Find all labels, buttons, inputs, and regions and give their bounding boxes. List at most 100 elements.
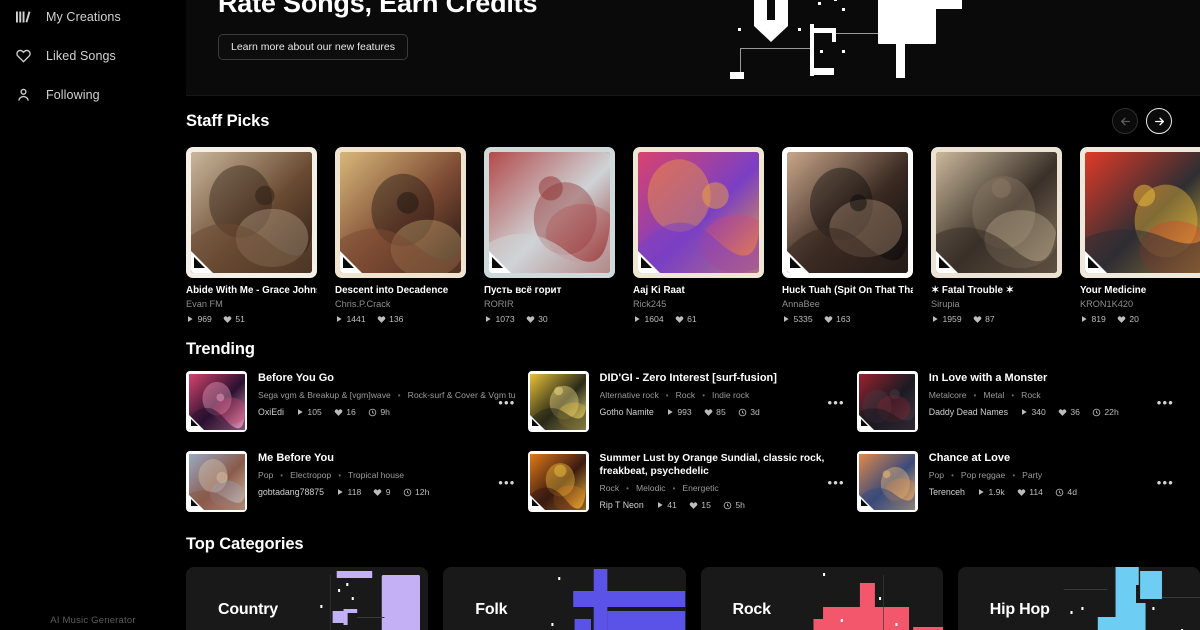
genre-tag[interactable]: Rock: [600, 483, 620, 493]
staff-pick-artwork[interactable]: [782, 147, 913, 278]
trending-item[interactable]: Summer Lust by Orange Sundial, classic r…: [527, 451, 845, 519]
staff-pick-card[interactable]: Пусть всё горит RORIR 1073 30: [484, 147, 615, 324]
staff-pick-card[interactable]: Abide With Me - Grace Johnson Evan FM 969 5…: [186, 147, 317, 324]
tag-separator: •: [338, 470, 342, 480]
staff-pick-artist[interactable]: KRON1K420: [1080, 299, 1200, 309]
staff-pick-card[interactable]: Your Medicine KRON1K420 819 20: [1080, 147, 1200, 324]
genre-tag[interactable]: Metalcore: [929, 390, 967, 400]
staff-pick-artwork[interactable]: [633, 147, 764, 278]
play-corner-icon[interactable]: [638, 251, 660, 273]
genre-tag[interactable]: Energetic: [682, 483, 718, 493]
sidebar-item-following[interactable]: Following: [0, 75, 186, 114]
genre-tag[interactable]: Electropop: [290, 470, 331, 480]
trending-item[interactable]: In Love with a Monster Metalcore • Metal • Ro…: [856, 371, 1174, 439]
trending-item[interactable]: DID'GI - Zero Interest [surf-fusion] Alte…: [527, 371, 845, 439]
staff-pick-artist[interactable]: Evan FM: [186, 299, 317, 309]
trending-title[interactable]: DID'GI - Zero Interest [surf-fusion]: [600, 372, 845, 385]
genre-tag[interactable]: Sega vgm & Breakup & [vgm]wave: [258, 390, 391, 400]
genre-tag[interactable]: Pop: [258, 470, 273, 480]
genre-tag[interactable]: Rock: [1021, 390, 1041, 400]
trending-item[interactable]: Before You Go Sega vgm & Breakup & [vgm]w…: [186, 371, 516, 439]
staff-pick-artwork[interactable]: [931, 147, 1062, 278]
heart-icon: [1117, 315, 1126, 323]
play-corner-icon[interactable]: [787, 251, 809, 273]
play-corner-icon[interactable]: [859, 494, 875, 510]
trending-artist[interactable]: Rip T Neon: [600, 500, 644, 510]
staff-pick-artist[interactable]: RORIR: [484, 299, 615, 309]
genre-tag[interactable]: Metal: [983, 390, 1004, 400]
staff-pick-title: Abide With Me - Grace Johnson: [186, 285, 317, 296]
genre-tag[interactable]: Pop: [929, 470, 944, 480]
play-corner-icon[interactable]: [191, 251, 213, 273]
trending-item[interactable]: Me Before You Pop • Electropop • Tropical hou…: [186, 451, 516, 519]
staff-pick-artwork[interactable]: [335, 147, 466, 278]
staff-pick-artwork[interactable]: [484, 147, 615, 278]
trending-title[interactable]: Before You Go: [258, 372, 516, 385]
more-options-button[interactable]: •••: [828, 396, 845, 409]
category-card[interactable]: Hip Hop: [957, 567, 1200, 630]
staff-pick-artist[interactable]: Chris.P.Crack: [335, 299, 466, 309]
trending-artwork[interactable]: [527, 371, 589, 432]
play-corner-icon[interactable]: [188, 494, 204, 510]
trending-artwork[interactable]: [856, 451, 918, 512]
heart-icon: [14, 47, 32, 65]
staff-pick-artwork[interactable]: [1080, 147, 1200, 278]
play-corner-icon[interactable]: [1085, 251, 1107, 273]
trending-artwork[interactable]: [527, 451, 589, 512]
play-corner-icon[interactable]: [530, 494, 546, 510]
play-corner-icon[interactable]: [530, 414, 546, 430]
trending-artist[interactable]: gobtadang78875: [258, 487, 324, 497]
library-bars-icon: [14, 8, 32, 26]
heart-icon: [704, 408, 712, 416]
trending-title[interactable]: Chance at Love: [929, 452, 1174, 465]
staff-pick-artwork[interactable]: [186, 147, 317, 278]
more-options-button[interactable]: •••: [498, 476, 515, 489]
more-options-button[interactable]: •••: [498, 396, 515, 409]
trending-artist[interactable]: Daddy Dead Names: [929, 407, 1008, 417]
staff-pick-artist[interactable]: AnnaBee: [782, 299, 913, 309]
category-card[interactable]: Rock: [700, 567, 943, 630]
genre-tag[interactable]: Tropical house: [348, 470, 404, 480]
learn-more-button[interactable]: Learn more about our new features: [218, 34, 409, 60]
staff-pick-card[interactable]: Aaj Ki Raat Rick245 1604 61: [633, 147, 764, 324]
trending-artist[interactable]: Terenceh: [929, 487, 965, 497]
sidebar-item-liked-songs[interactable]: Liked Songs: [0, 36, 186, 75]
trending-meta: Rip T Neon 41 15 5h: [600, 500, 845, 510]
trending-artist[interactable]: Gotho Namite: [600, 407, 654, 417]
play-corner-icon[interactable]: [188, 414, 204, 430]
more-options-button[interactable]: •••: [1157, 476, 1174, 489]
more-options-button[interactable]: •••: [1157, 396, 1174, 409]
trending-artwork[interactable]: [186, 371, 247, 432]
trending-artwork[interactable]: [186, 451, 247, 512]
trending-artwork[interactable]: [856, 371, 918, 432]
trending-meta: Daddy Dead Names 340 36 22h: [929, 407, 1174, 417]
genre-tag[interactable]: Pop reggae: [961, 470, 1005, 480]
staff-pick-artist[interactable]: Sirupia: [931, 299, 1062, 309]
staff-pick-artist[interactable]: Rick245: [633, 299, 764, 309]
play-corner-icon[interactable]: [489, 251, 511, 273]
category-card[interactable]: Folk: [443, 567, 686, 630]
trending-title[interactable]: Summer Lust by Orange Sundial, classic r…: [600, 452, 845, 478]
carousel-prev-button[interactable]: [1112, 108, 1138, 134]
trending-artist[interactable]: OxiEdi: [258, 407, 284, 417]
carousel-next-button[interactable]: [1146, 108, 1172, 134]
staff-pick-card[interactable]: Huck Tuah (Spit On That Thang) AnnaBee 533…: [782, 147, 913, 324]
staff-pick-card[interactable]: ✶ Fatal Trouble ✶ Sirupia 1959 87: [931, 147, 1062, 324]
staff-picks-carousel[interactable]: Abide With Me - Grace Johnson Evan FM 969 5…: [186, 147, 1200, 324]
genre-tag[interactable]: Indie rock: [712, 390, 749, 400]
play-corner-icon[interactable]: [340, 251, 362, 273]
like-count: 16: [334, 407, 356, 417]
play-corner-icon[interactable]: [859, 414, 875, 430]
more-options-button[interactable]: •••: [828, 476, 845, 489]
staff-pick-card[interactable]: Descent into Decadence Chris.P.Crack 1441 1…: [335, 147, 466, 324]
genre-tag[interactable]: Alternative rock: [600, 390, 659, 400]
trending-item[interactable]: Chance at Love Pop • Pop reggae • Party Terenc…: [856, 451, 1174, 519]
trending-title[interactable]: In Love with a Monster: [929, 372, 1174, 385]
genre-tag[interactable]: Melodic: [636, 483, 666, 493]
genre-tag[interactable]: Rock: [676, 390, 696, 400]
trending-title[interactable]: Me Before You: [258, 452, 516, 465]
category-card[interactable]: Country: [186, 567, 429, 630]
genre-tag[interactable]: Party: [1022, 470, 1042, 480]
sidebar-item-my-creations[interactable]: My Creations: [0, 0, 186, 36]
play-corner-icon[interactable]: [936, 251, 958, 273]
